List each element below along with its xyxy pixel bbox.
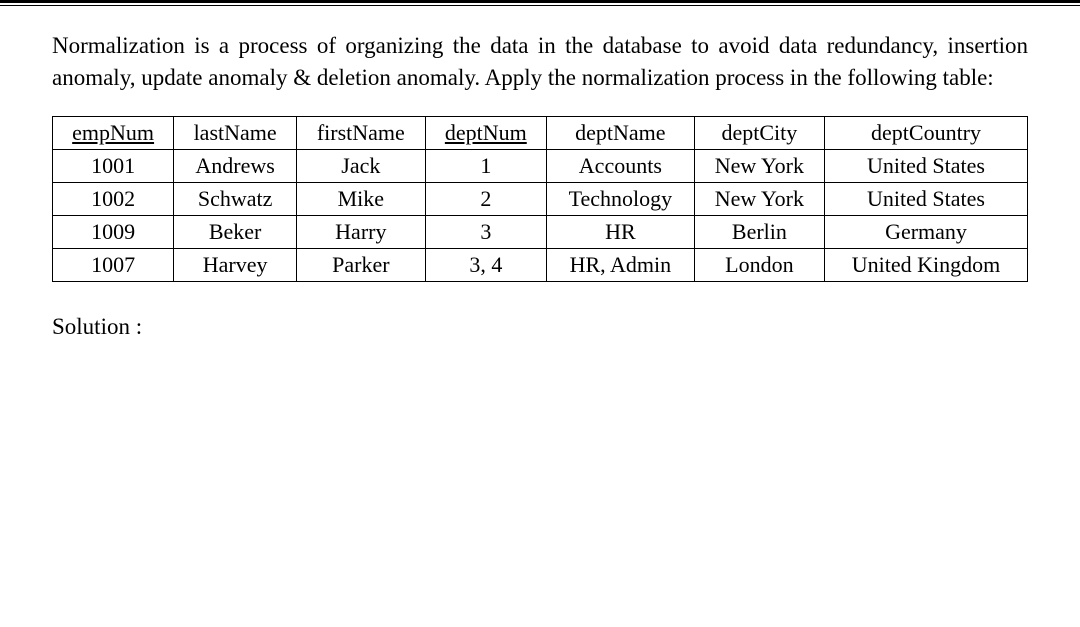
cell-deptcity: New York — [694, 150, 824, 183]
cell-deptnum: 3 — [425, 216, 546, 249]
cell-empnum: 1001 — [53, 150, 174, 183]
cell-deptname: HR, Admin — [546, 249, 694, 282]
header-deptcity: deptCity — [694, 117, 824, 150]
cell-lastname: Harvey — [174, 249, 297, 282]
cell-deptcountry: United States — [825, 183, 1028, 216]
cell-deptcountry: United Kingdom — [825, 249, 1028, 282]
cell-deptnum: 3, 4 — [425, 249, 546, 282]
cell-deptcountry: United States — [825, 150, 1028, 183]
intro-paragraph: Normalization is a process of organizing… — [52, 30, 1028, 94]
cell-deptcity: New York — [694, 183, 824, 216]
cell-empnum: 1007 — [53, 249, 174, 282]
cell-deptcity: Berlin — [694, 216, 824, 249]
cell-deptnum: 1 — [425, 150, 546, 183]
cell-lastname: Beker — [174, 216, 297, 249]
table-row: 1007 Harvey Parker 3, 4 HR, Admin London… — [53, 249, 1028, 282]
cell-empnum: 1002 — [53, 183, 174, 216]
header-empnum: empNum — [53, 117, 174, 150]
cell-firstname: Mike — [296, 183, 425, 216]
cell-deptcountry: Germany — [825, 216, 1028, 249]
employee-dept-table: empNum lastName firstName deptNum deptNa… — [52, 116, 1028, 282]
cell-lastname: Schwatz — [174, 183, 297, 216]
cell-deptname: Technology — [546, 183, 694, 216]
cell-deptname: Accounts — [546, 150, 694, 183]
table-row: 1002 Schwatz Mike 2 Technology New York … — [53, 183, 1028, 216]
cell-firstname: Harry — [296, 216, 425, 249]
cell-deptnum: 2 — [425, 183, 546, 216]
cell-deptcity: London — [694, 249, 824, 282]
header-lastname: lastName — [174, 117, 297, 150]
table-row: 1009 Beker Harry 3 HR Berlin Germany — [53, 216, 1028, 249]
table-body: 1001 Andrews Jack 1 Accounts New York Un… — [53, 150, 1028, 282]
cell-lastname: Andrews — [174, 150, 297, 183]
table-row: 1001 Andrews Jack 1 Accounts New York Un… — [53, 150, 1028, 183]
cell-deptname: HR — [546, 216, 694, 249]
table-header-row: empNum lastName firstName deptNum deptNa… — [53, 117, 1028, 150]
cell-firstname: Jack — [296, 150, 425, 183]
cell-firstname: Parker — [296, 249, 425, 282]
header-deptcountry: deptCountry — [825, 117, 1028, 150]
solution-label: Solution : — [52, 314, 1028, 340]
header-deptnum: deptNum — [425, 117, 546, 150]
document-content: Normalization is a process of organizing… — [0, 6, 1080, 340]
cell-empnum: 1009 — [53, 216, 174, 249]
header-firstname: firstName — [296, 117, 425, 150]
header-deptname: deptName — [546, 117, 694, 150]
page-top-border-thick — [0, 0, 1080, 3]
